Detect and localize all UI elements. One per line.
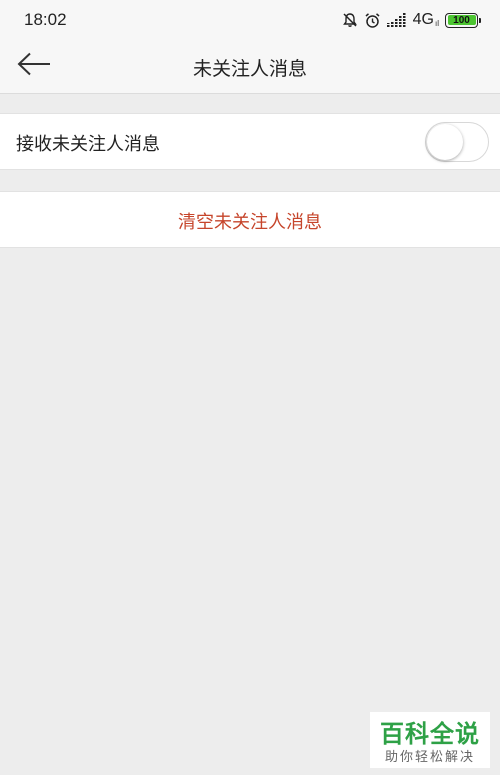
network-type: 4G ıl [413, 11, 439, 29]
clear-messages-button[interactable]: 清空未关注人消息 [0, 191, 500, 248]
signal-icon [386, 13, 407, 27]
screen: 18:02 4G ıl 100 未关注人消息 接收未关注人消息 清空未关注人消息… [0, 0, 500, 775]
receive-messages-toggle[interactable] [425, 122, 489, 162]
battery-level: 100 [453, 14, 470, 26]
bell-off-icon [342, 12, 358, 28]
receive-messages-label: 接收未关注人消息 [16, 134, 160, 155]
toggle-knob [427, 124, 463, 160]
status-time: 18:02 [24, 10, 67, 29]
network-activity: ıl [435, 19, 439, 28]
receive-messages-row: 接收未关注人消息 [0, 113, 500, 170]
watermark-subtitle: 助你轻松解决 [384, 750, 475, 765]
watermark-title: 百科全说 [380, 720, 480, 748]
alarm-icon [364, 12, 381, 29]
status-bar: 18:02 4G ıl 100 [0, 0, 500, 40]
nav-bar: 未关注人消息 [0, 40, 500, 94]
battery-tip [479, 17, 481, 23]
network-label: 4G [412, 11, 434, 28]
status-icons: 4G ıl 100 [342, 9, 481, 31]
watermark-logo: 百科全说 助你轻松解决 [370, 712, 490, 768]
page-title: 未关注人消息 [192, 58, 307, 80]
clear-messages-label: 清空未关注人消息 [178, 212, 322, 233]
battery-icon: 100 [445, 12, 481, 28]
